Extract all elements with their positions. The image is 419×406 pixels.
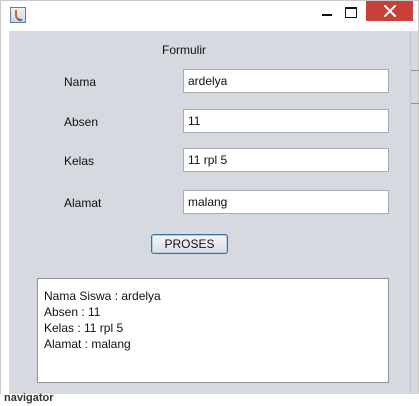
background-window-strip: navigator [0,392,419,406]
output-line: Kelas : 11 rpl 5 [44,321,124,335]
absen-label: Absen [64,115,99,129]
close-button[interactable] [366,1,413,21]
navigator-label: navigator [4,392,54,404]
kelas-label: Kelas [64,154,95,168]
output-line: Absen : 11 [44,305,101,319]
nama-input[interactable]: ardelya [183,69,389,93]
proses-button[interactable]: PROSES [151,234,228,254]
divider [411,70,419,71]
absen-input[interactable]: 11 [183,109,389,133]
kelas-input[interactable]: 11 rpl 5 [183,148,389,172]
close-icon [383,5,396,17]
output-line: Alamat : malang [44,337,131,351]
form-panel: Formulir Nama ardelya Absen 11 Kelas 11 … [9,31,410,395]
form-title: Formulir [162,43,206,57]
maximize-button[interactable] [336,1,366,23]
output-textarea[interactable]: Nama Siswa : ardelya Absen : 11 Kelas : … [37,278,389,383]
alamat-label: Alamat [64,196,102,210]
application-window: Formulir Nama ardelya Absen 11 Kelas 11 … [0,0,419,400]
output-line: Nama Siswa : ardelya [44,289,161,303]
title-bar[interactable] [1,1,418,31]
alamat-input[interactable]: malang [183,190,389,214]
nama-label: Nama [64,75,97,89]
java-app-icon[interactable] [10,7,26,23]
background-window-edge [410,31,419,395]
divider [411,103,419,104]
